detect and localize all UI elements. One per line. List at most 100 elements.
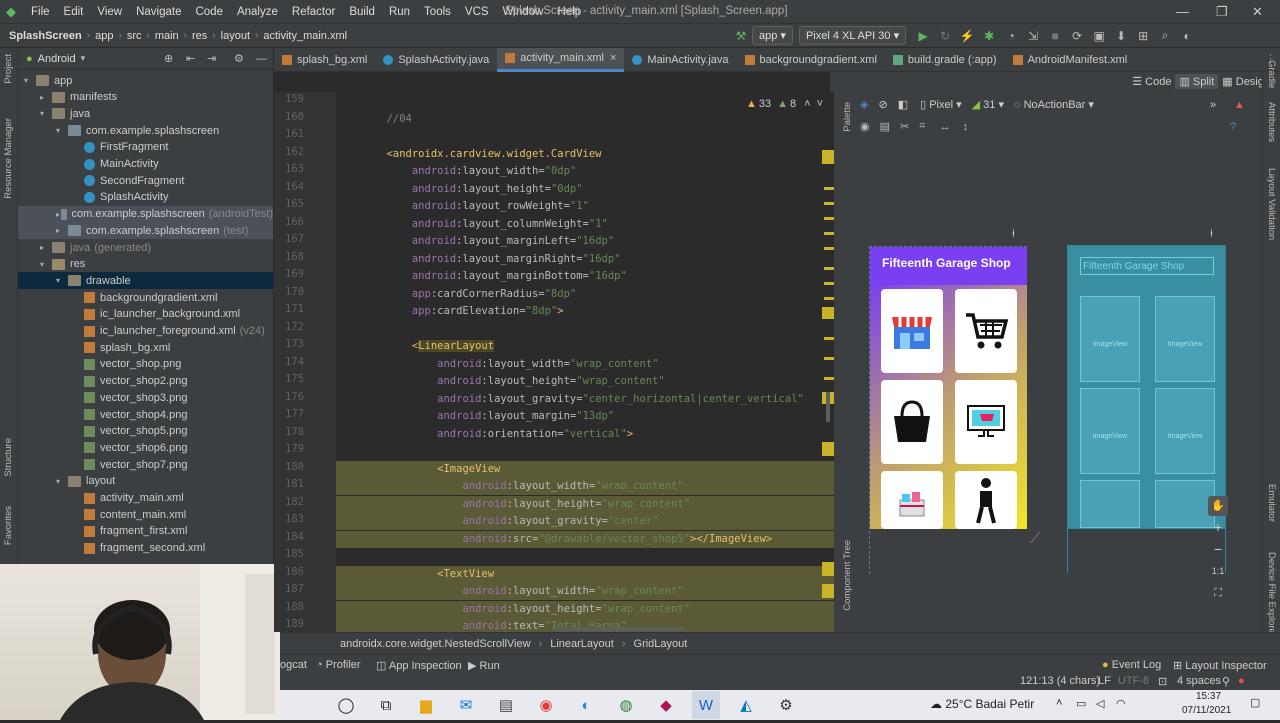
more-icon[interactable]: » <box>1210 99 1216 111</box>
code-line[interactable]: android:layout_marginLeft="16dp" <box>336 233 614 250</box>
horizontal-scrollbar[interactable] <box>555 627 685 631</box>
tree-item[interactable]: ic_launcher_foreground.xml (v24) <box>18 323 273 340</box>
hide-icon[interactable]: — <box>256 53 267 65</box>
settings-icon[interactable]: ⚙ <box>772 691 800 719</box>
chevron-down-icon[interactable]: ▾ <box>56 276 68 285</box>
debug-icon[interactable]: ✱ <box>981 28 997 44</box>
close-icon[interactable]: ✕ <box>1252 4 1263 20</box>
code-line[interactable]: android:layout_rowWeight="1" <box>336 198 589 215</box>
tree-item[interactable]: ▸ java (generated) <box>18 239 273 256</box>
zoom-out-icon[interactable]: − <box>1208 538 1228 560</box>
editor-scrollbar[interactable] <box>822 92 834 632</box>
run-tool-tab[interactable]: ▶ Run <box>468 659 500 672</box>
gradle-tool-tab[interactable]: Gradle <box>1266 60 1277 89</box>
code-line[interactable]: <TextView <box>336 565 834 583</box>
tray-chevron-icon[interactable]: ˄ <box>1056 697 1062 709</box>
editor-tab[interactable]: SplashActivity.java <box>375 48 497 72</box>
locate-icon[interactable]: ⊕ <box>164 52 173 65</box>
search-icon[interactable]: ⌕ <box>1157 28 1173 44</box>
code-line[interactable]: <ImageView <box>336 460 834 478</box>
tree-item[interactable]: vector_shop4.png <box>18 406 273 423</box>
code-line[interactable]: //04 <box>336 111 412 128</box>
collapse-icon[interactable]: ⇤ <box>186 52 195 65</box>
code-line[interactable]: app:cardElevation="8dp"> <box>336 303 564 320</box>
project-view-selector[interactable]: Android <box>38 53 76 65</box>
breadcrumb-item[interactable]: res <box>189 30 210 42</box>
gear-icon[interactable]: ⚙ <box>234 52 244 65</box>
caret-position[interactable]: 121:13 (4 chars) <box>1020 675 1100 687</box>
chevron-down-icon[interactable]: ▾ <box>24 76 36 85</box>
pack-vertical-icon[interactable]: ↕ <box>962 121 968 133</box>
tree-item[interactable]: ▾ app <box>18 72 273 89</box>
menu-item[interactable]: VCS <box>458 6 496 18</box>
breadcrumb-item[interactable]: main <box>152 30 182 42</box>
resize-handle-icon[interactable]: ⟋ <box>1030 530 1040 547</box>
menu-item[interactable]: Tools <box>417 6 458 18</box>
chevron-down-icon[interactable]: ▾ <box>81 53 86 64</box>
event-log-tool-tab[interactable]: ● Event Log <box>1102 659 1161 671</box>
breadcrumb-item[interactable]: src <box>124 30 145 42</box>
stop-icon[interactable]: ■ <box>1047 28 1063 44</box>
chevron-right-icon[interactable]: ▸ <box>40 93 52 102</box>
attributes-tool-tab[interactable]: Attributes <box>1266 102 1277 142</box>
error-icon[interactable]: ● <box>1238 675 1245 687</box>
run-config-dropdown[interactable]: app ▾ <box>752 26 793 45</box>
tree-item[interactable]: vector_shop7.png <box>18 456 273 473</box>
breadcrumb-item[interactable]: SplashScreen <box>6 30 85 42</box>
chevron-down-icon[interactable]: ▾ <box>40 260 52 269</box>
tree-item[interactable]: ▾ layout <box>18 473 273 490</box>
blueprint-icon[interactable]: ▤ <box>880 120 890 133</box>
cortana-icon[interactable]: ◯ <box>332 691 360 719</box>
design-preview[interactable]: Fifteenth Garage Shop <box>869 246 1027 574</box>
chrome-icon[interactable]: ◉ <box>532 691 560 719</box>
maximize-icon[interactable]: ❐ <box>1216 4 1228 20</box>
clock-date[interactable]: 07/11/2021 <box>1182 705 1231 716</box>
code-line[interactable]: android:layout_height="wrap_content" <box>336 600 834 618</box>
code-line[interactable]: android:src="@drawable/vector_shop5"></I… <box>336 530 834 548</box>
chevron-down-icon[interactable]: ▾ <box>56 126 68 135</box>
inspection-badge[interactable]: ▲ 33 ▲ 8 ˄ ˅ <box>746 98 823 110</box>
wifi-icon[interactable]: ◠ <box>1116 697 1126 710</box>
expand-icon[interactable]: ⇥ <box>207 52 216 65</box>
editor-breadcrumb-item[interactable]: LinearLayout <box>550 638 614 650</box>
code-line[interactable]: android:orientation="vertical"> <box>336 426 633 443</box>
pack-horizontal-icon[interactable]: ↔ <box>939 121 950 133</box>
tree-item[interactable]: backgroundgradient.xml <box>18 289 273 306</box>
editor-breadcrumb-item[interactable]: GridLayout <box>634 638 688 650</box>
file-explorer-icon[interactable]: ▆ <box>412 691 440 719</box>
tree-item[interactable]: splash_bg.xml <box>18 339 273 356</box>
orientation-icon[interactable]: ⊘ <box>878 98 887 111</box>
edge-icon[interactable]: ◐ <box>572 691 600 719</box>
tree-item[interactable]: content_main.xml <box>18 506 273 523</box>
git-icon[interactable]: ⚲ <box>1222 675 1230 688</box>
resource-manager-tool-tab[interactable]: Resource Manager <box>3 118 14 199</box>
tree-item[interactable]: activity_main.xml <box>18 490 273 507</box>
avd-manager-icon[interactable]: ▣ <box>1091 28 1107 44</box>
apply-changes-icon[interactable]: ⚡ <box>959 28 975 44</box>
tree-item[interactable]: SecondFragment <box>18 172 273 189</box>
code-line[interactable]: android:layout_marginRight="16dp" <box>336 251 621 268</box>
zoom-in-icon[interactable]: + <box>1208 516 1228 538</box>
editor-tab[interactable]: build.gradle (:app) <box>885 48 1005 72</box>
tree-item[interactable]: ▸ manifests <box>18 89 273 106</box>
tree-item[interactable]: vector_shop.png <box>18 356 273 373</box>
api-selector[interactable]: ◢ 31 ▾ <box>972 98 1004 111</box>
tree-item[interactable]: ▾ com.example.splashscreen <box>18 122 273 139</box>
menu-item[interactable]: Edit <box>57 6 91 18</box>
editor-tab[interactable]: splash_bg.xml <box>274 48 375 72</box>
code-line[interactable]: android:layout_columnWeight="1" <box>336 216 608 233</box>
volume-icon[interactable]: ◁ <box>1096 697 1104 710</box>
menu-item[interactable]: Build <box>342 6 382 18</box>
code-line[interactable]: <LinearLayout <box>336 338 495 355</box>
layout-inspector-icon[interactable]: ⊞ <box>1135 28 1151 44</box>
tree-item[interactable]: ic_launcher_background.xml <box>18 306 273 323</box>
figma-icon[interactable]: ◆ <box>652 691 680 719</box>
studio-icon[interactable]: ◭ <box>732 691 760 719</box>
account-icon[interactable]: ◐ <box>1179 28 1195 44</box>
design-surface-icon[interactable]: ◈ <box>860 98 868 111</box>
project-tool-tab[interactable]: Project <box>3 54 14 84</box>
night-mode-icon[interactable]: ◧ <box>898 98 908 111</box>
editor-tab[interactable]: activity_main.xml × <box>497 47 625 72</box>
palette-tool-tab[interactable]: Palette <box>842 102 853 132</box>
tree-item[interactable]: vector_shop6.png <box>18 439 273 456</box>
